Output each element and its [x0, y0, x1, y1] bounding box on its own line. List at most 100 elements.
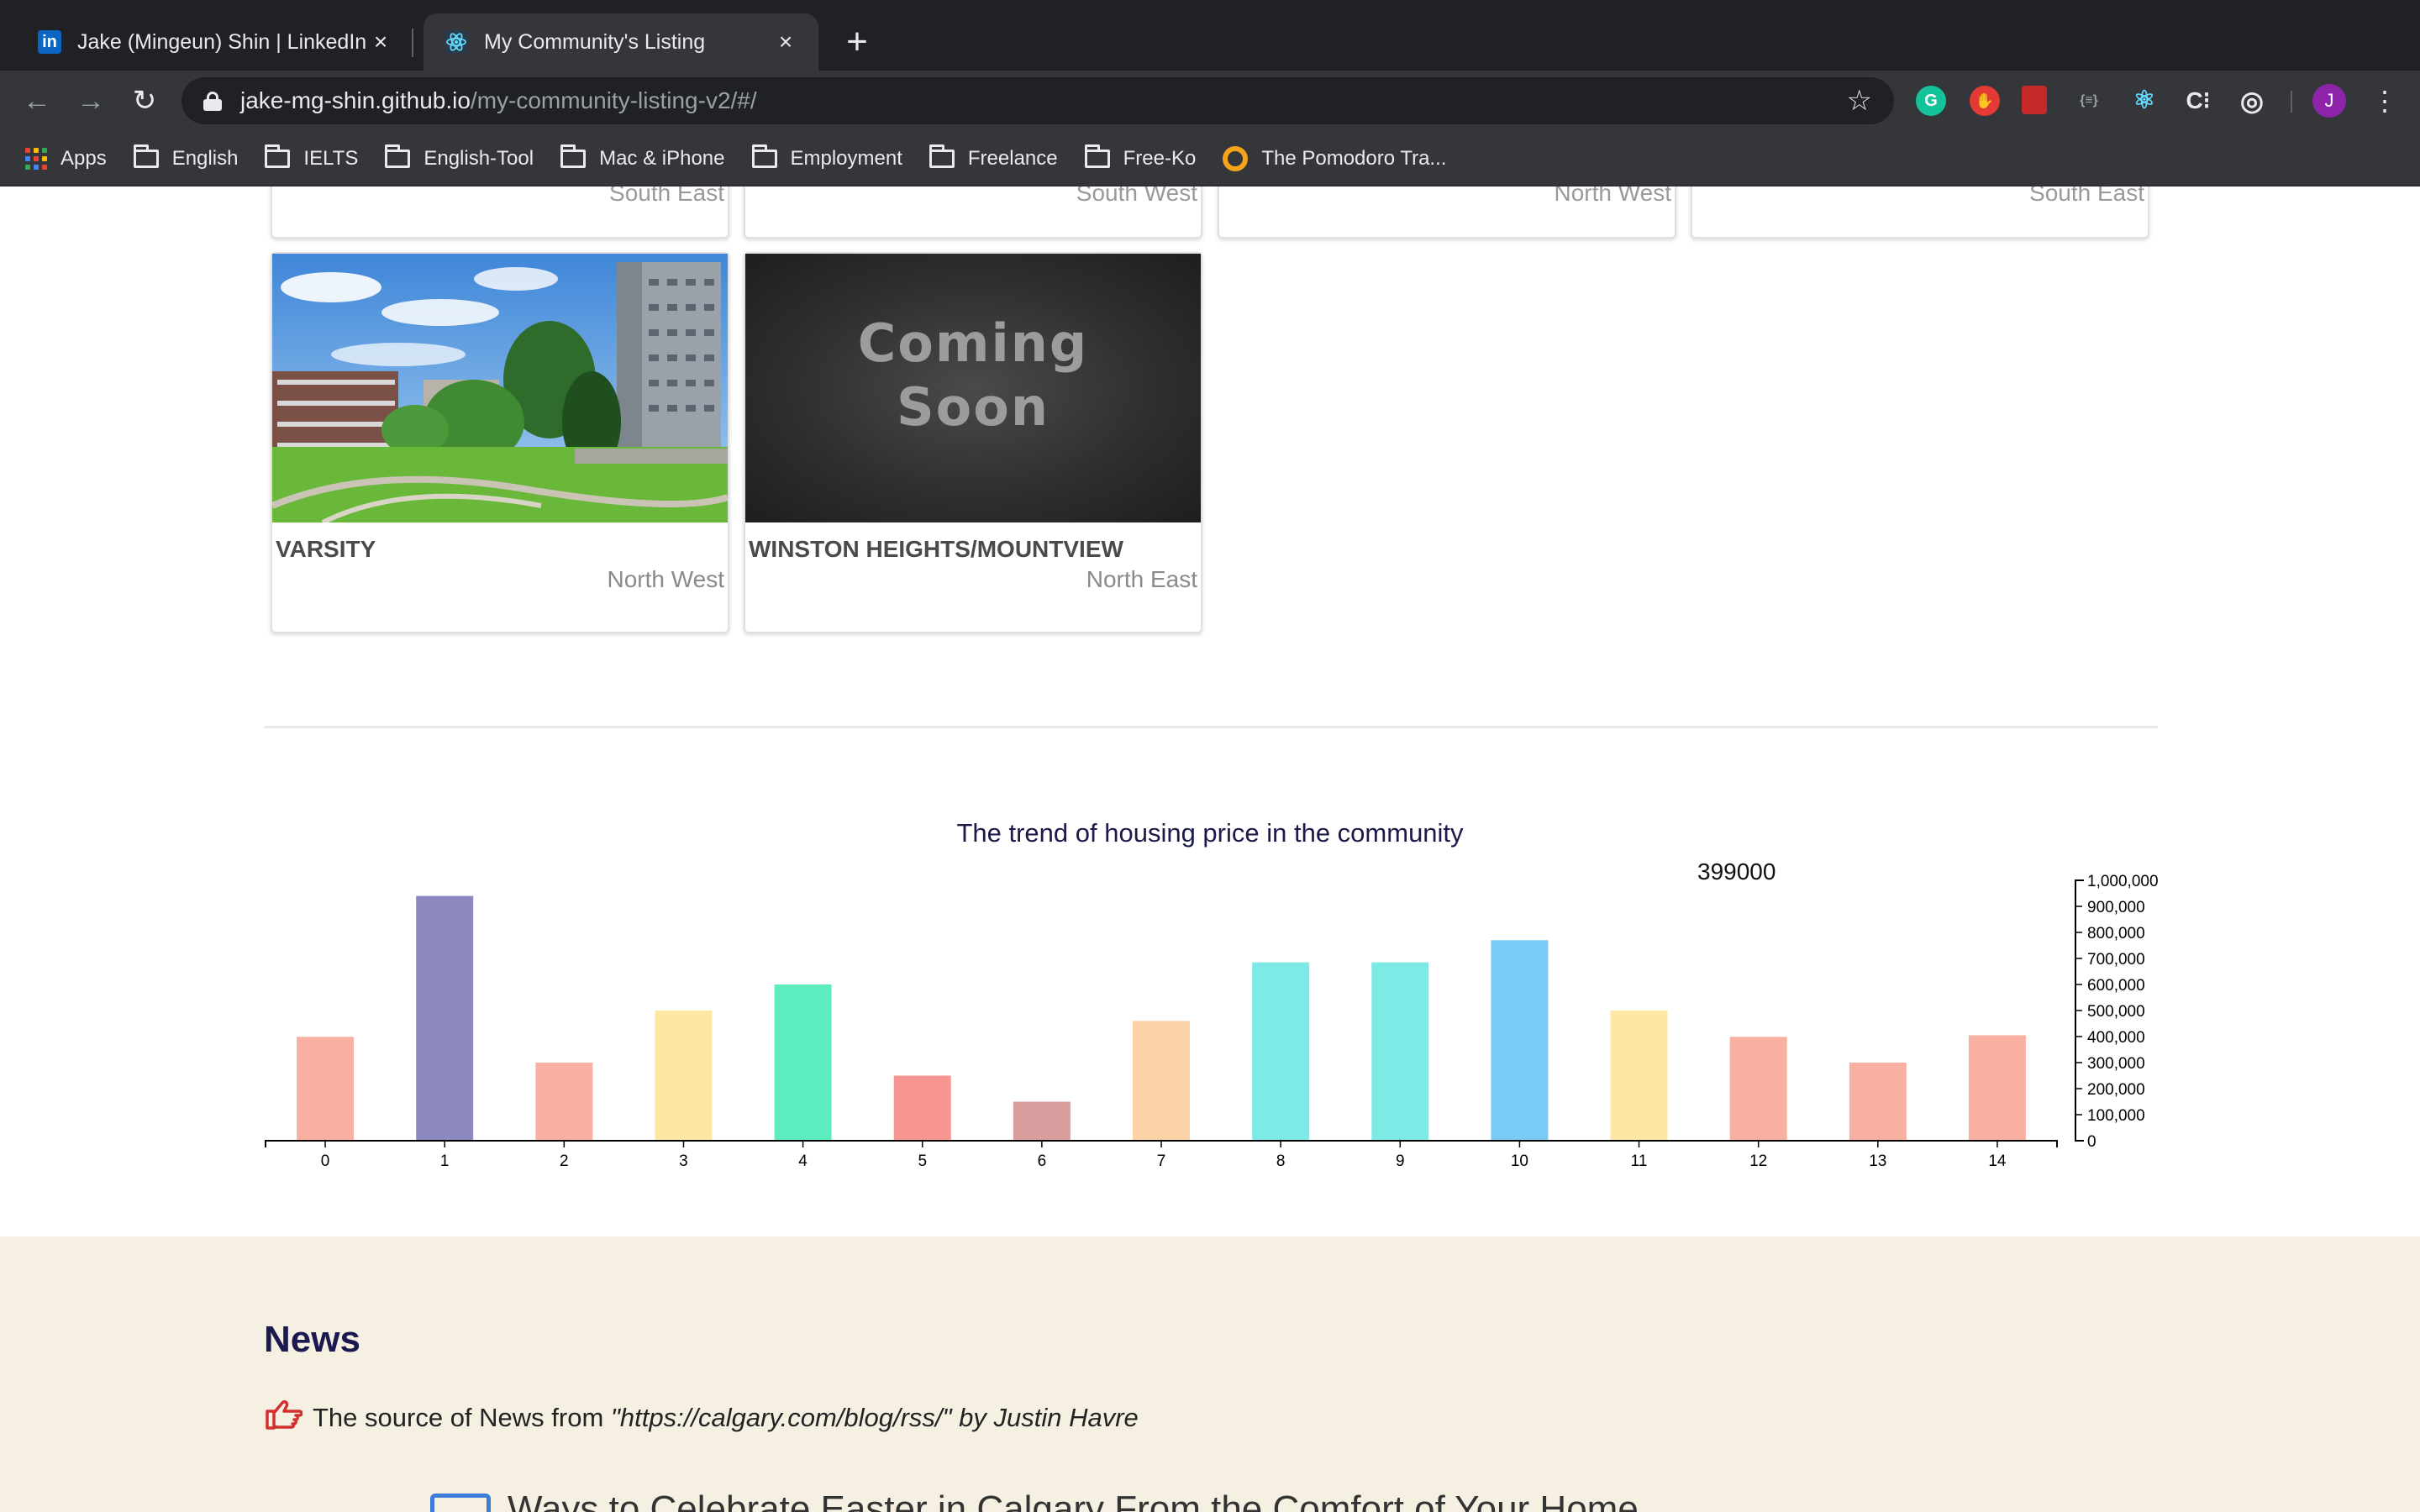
coming-soon-text-1: Coming [857, 312, 1089, 374]
news-heading: News [264, 1319, 360, 1360]
tab-linkedin[interactable]: in Jake (Mingeun) Shin | LinkedIn × [17, 13, 413, 71]
y-tick-label: 700,000 [2087, 951, 2145, 969]
news-item[interactable]: Ways to Celebrate Easter in Calgary From… [430, 1488, 1639, 1512]
x-tick-label: 0 [321, 1152, 330, 1170]
bookmark-english-tool[interactable]: English-Tool [385, 144, 534, 171]
bookmark-pomodoro[interactable]: The Pomodoro Tra... [1223, 145, 1446, 171]
grammarly-icon[interactable]: G [1916, 86, 1946, 116]
back-arrow-icon[interactable]: ← [18, 82, 55, 119]
card-region: North West [1554, 186, 1671, 206]
bookmark-mac-iphone[interactable]: Mac & iPhone [560, 144, 725, 171]
y-tick-label: 600,000 [2087, 977, 2145, 995]
card-region: North East [1086, 566, 1197, 592]
community-card[interactable]: North West [1218, 186, 1676, 239]
news-source: The source of News from "https://calgary… [264, 1398, 1139, 1438]
linkedin-icon: in [37, 29, 62, 55]
x-tick-label: 14 [1988, 1152, 2007, 1170]
bookmark-label: Free-Ko [1123, 146, 1197, 170]
community-card-varsity[interactable]: VARSITY North West [271, 252, 729, 633]
tab-title: My Community's Listing [484, 29, 706, 54]
chart-bar [774, 984, 832, 1141]
x-tick-label: 12 [1749, 1152, 1767, 1170]
tab-community-listing[interactable]: My Community's Listing × [424, 13, 818, 71]
housing-price-chart: 0 1 2 3 4 5 6 7 8 9 10 11 12 13 140100,000200,000300,0… [265, 873, 2159, 1170]
coming-soon-image: Coming Soon [745, 254, 1201, 522]
bookmark-english[interactable]: English [133, 144, 239, 171]
community-card[interactable]: South East [271, 186, 729, 239]
card-name: VARSITY [276, 536, 376, 562]
x-tick-label: 1 [440, 1152, 450, 1170]
folder-icon [133, 144, 159, 168]
x-tick-label: 4 [798, 1152, 808, 1170]
menu-kebab-icon[interactable]: ⋮ [2371, 82, 2398, 119]
tab-divider [412, 29, 413, 57]
y-tick-label: 500,000 [2087, 1003, 2145, 1021]
card-region: South East [2029, 186, 2144, 206]
react-devtools-icon[interactable]: ⚛ [2129, 86, 2160, 116]
close-tab-icon[interactable]: × [773, 29, 798, 55]
bookmark-employment[interactable]: Employment [751, 144, 902, 171]
news-doc-icon [430, 1494, 491, 1512]
community-card[interactable]: South East [1691, 186, 2149, 239]
chart-bar [1968, 1035, 2026, 1141]
bookmark-apps[interactable]: Apps [25, 147, 107, 171]
chart-bar [1133, 1021, 1190, 1141]
bookmark-ielts[interactable]: IELTS [265, 144, 359, 171]
chart-bar [1610, 1011, 1668, 1141]
bookmark-label: English-Tool [424, 146, 534, 170]
x-tick-label: 13 [1869, 1152, 1886, 1170]
chart-bar [1729, 1037, 1787, 1141]
y-tick-label: 800,000 [2087, 925, 2145, 942]
bookmark-label: English [171, 146, 239, 170]
target-icon[interactable]: ◎ [2237, 86, 2267, 116]
close-tab-icon[interactable]: × [368, 29, 393, 55]
y-tick-label: 0 [2087, 1133, 2096, 1151]
folder-icon [929, 144, 955, 168]
folder-icon [751, 144, 777, 168]
bookmark-label: Freelance [967, 146, 1058, 170]
tab-strip: in Jake (Mingeun) Shin | LinkedIn × My C… [0, 0, 2420, 71]
bookmark-label: Mac & iPhone [599, 146, 725, 170]
bookmark-freelance[interactable]: Freelance [929, 144, 1058, 171]
news-section: News The source of News from "https://ca… [0, 1236, 2420, 1512]
forward-arrow-icon[interactable]: → [72, 82, 109, 119]
bookmark-star-icon[interactable]: ☆ [1847, 84, 1872, 118]
x-tick-label: 3 [679, 1152, 688, 1170]
chart-bar [1371, 962, 1429, 1141]
chart-bar [655, 1011, 713, 1141]
address-bar[interactable]: jake-mg-shin.github.io/my-community-list… [182, 77, 1894, 124]
y-tick-label: 300,000 [2087, 1055, 2145, 1073]
reload-icon[interactable]: ↻ [126, 82, 163, 119]
css-peeper-icon[interactable]: C⁝ [2183, 86, 2213, 116]
chart-bar [416, 895, 474, 1141]
chart-title: The trend of housing price in the commun… [956, 818, 1464, 848]
pdf-icon[interactable] [2022, 86, 2047, 114]
new-tab-button[interactable]: + [835, 20, 879, 64]
brackets-icon[interactable]: {≡} [2074, 86, 2104, 116]
bookmark-label: Apps [60, 146, 107, 170]
community-card-winston-heights[interactable]: Coming Soon WINSTON HEIGHTS/MOUNTVIEW No… [744, 252, 1202, 633]
adblock-icon[interactable]: ✋ [1970, 86, 2000, 116]
chart-bar [1252, 962, 1310, 1141]
page-content: South East South West North West South E… [0, 186, 2420, 1512]
card-region: North West [607, 566, 724, 592]
y-tick-label: 100,000 [2087, 1107, 2145, 1125]
news-source-prefix: The source of News from [313, 1403, 611, 1432]
y-tick-label: 400,000 [2087, 1029, 2145, 1047]
lock-icon [203, 92, 222, 111]
folder-icon [265, 144, 291, 168]
y-tick-label: 900,000 [2087, 899, 2145, 916]
bookmark-label: IELTS [303, 146, 359, 170]
x-tick-label: 10 [1511, 1152, 1528, 1170]
card-region: South East [609, 186, 724, 206]
toolbar-divider [2291, 91, 2292, 113]
profile-avatar[interactable]: J [2312, 84, 2346, 118]
community-card[interactable]: South West [744, 186, 1202, 239]
bookmark-free-ko[interactable]: Free-Ko [1084, 144, 1197, 171]
chart-bar [1013, 1101, 1071, 1141]
coming-soon-text-2: Soon [897, 376, 1050, 438]
x-tick-label: 6 [1038, 1152, 1047, 1170]
bookmark-label: Employment [790, 146, 902, 170]
tab-title: Jake (Mingeun) Shin | LinkedIn [77, 29, 367, 54]
apps-grid-icon [25, 147, 47, 170]
